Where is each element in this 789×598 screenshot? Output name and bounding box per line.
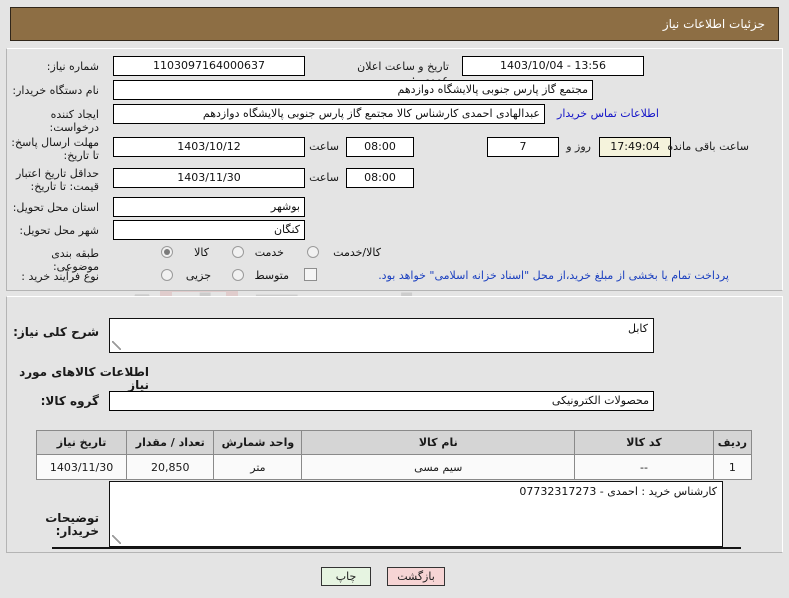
cell-qty: 20,850 — [126, 454, 215, 480]
category-radio-kala-khedmat[interactable] — [307, 246, 319, 258]
response-deadline-hour-label: ساعت — [309, 140, 339, 153]
page-title-bar: جزئیات اطلاعات نیاز — [10, 7, 779, 41]
category-option-label-2: کالا/خدمت — [333, 246, 381, 259]
treasury-note-text: پرداخت تمام یا بخشی از مبلغ خرید،از محل … — [378, 269, 729, 282]
print-button[interactable]: چاپ — [321, 567, 371, 586]
countdown-timer: 17:49:04 — [599, 137, 671, 157]
table-header-row: ردیف کد کالا نام کالا واحد شمارش تعداد /… — [35, 430, 753, 455]
remaining-days-unit: روز و — [566, 140, 591, 153]
goods-group-value: محصولات الکترونیکی — [109, 391, 654, 411]
back-button[interactable]: بازگشت — [387, 567, 445, 586]
bottom-divider — [52, 547, 741, 549]
price-validity-label: حداقل تاریخ اعتبار قیمت: تا تاریخ: — [15, 167, 99, 193]
need-number-label: شماره نیاز: — [46, 60, 99, 73]
treasury-documents-checkbox[interactable] — [304, 268, 317, 281]
general-desc-label: شرح کلی نیاز: — [13, 325, 99, 339]
price-validity-date: 1403/11/30 — [113, 168, 305, 188]
remaining-days-value: 7 — [487, 137, 559, 157]
response-deadline-label: مهلت ارسال پاسخ: تا تاریخ: — [11, 136, 99, 162]
request-creator-label: ایجاد کننده درخواست: — [49, 108, 99, 134]
process-option-label-0: جزیی — [185, 269, 211, 282]
price-validity-hour-label: ساعت — [309, 171, 339, 184]
cell-radif: 1 — [712, 454, 753, 480]
goods-group-label: گروه کالا: — [40, 394, 99, 408]
announce-datetime-value: 13:56 - 1403/10/04 — [462, 56, 644, 76]
province-value: بوشهر — [113, 197, 305, 217]
province-label: استان محل تحویل: — [12, 201, 99, 214]
table-header-radif: ردیف — [712, 430, 753, 455]
price-validity-hour: 08:00 — [346, 168, 414, 188]
table-header-name: نام کالا — [301, 430, 576, 455]
table-header-date: تاریخ نیاز — [35, 430, 128, 455]
category-option-label-1: خدمت — [254, 246, 284, 259]
buyer-notes-textarea[interactable]: کارشناس خرید : احمدی - 07732317273 — [109, 481, 723, 547]
buyer-notes-label: توضیحات خریدار: — [45, 511, 99, 538]
cell-name: سیم مسی — [301, 454, 576, 480]
process-radio-motevaset[interactable] — [232, 269, 244, 281]
goods-table: ردیف کد کالا نام کالا واحد شمارش تعداد /… — [35, 430, 753, 480]
countdown-suffix: ساعت باقی مانده — [667, 140, 749, 153]
table-row: 1 -- سیم مسی متر 20,850 1403/11/30 — [35, 454, 753, 480]
goods-info-heading: اطلاعات کالاهای مورد نیاز — [19, 365, 149, 392]
buyer-contact-link[interactable]: اطلاعات تماس خریدار — [555, 104, 661, 124]
page-title: جزئیات اطلاعات نیاز — [662, 17, 765, 31]
response-deadline-date: 1403/10/12 — [113, 137, 305, 157]
table-header-kod: کد کالا — [574, 430, 714, 455]
category-option-label-0: کالا — [194, 246, 209, 259]
need-number-value: 1103097164000637 — [113, 56, 305, 76]
cell-kod: -- — [574, 454, 714, 480]
process-radio-jozei[interactable] — [161, 269, 173, 281]
response-deadline-hour: 08:00 — [346, 137, 414, 157]
table-header-qty: تعداد / مقدار — [126, 430, 215, 455]
buyer-org-label: نام دستگاه خریدار: — [12, 84, 99, 97]
request-creator-value: عبدالهادی احمدی کارشناس کالا مجتمع گاز پ… — [113, 104, 545, 124]
table-header-unit: واحد شمارش — [213, 430, 303, 455]
general-desc-textarea[interactable]: کابل — [109, 318, 654, 353]
buyer-org-value: مجتمع گاز پارس جنوبی پالایشگاه دوازدهم — [113, 80, 593, 100]
process-option-label-1: متوسط — [254, 269, 289, 282]
city-label: شهر محل تحویل: — [19, 224, 99, 237]
process-label: نوع فرآیند خرید : — [21, 270, 99, 283]
cell-unit: متر — [213, 454, 303, 480]
category-radio-kala[interactable] — [161, 246, 173, 258]
city-value: کنگان — [113, 220, 305, 240]
category-radio-khedmat[interactable] — [232, 246, 244, 258]
cell-date: 1403/11/30 — [35, 454, 128, 480]
